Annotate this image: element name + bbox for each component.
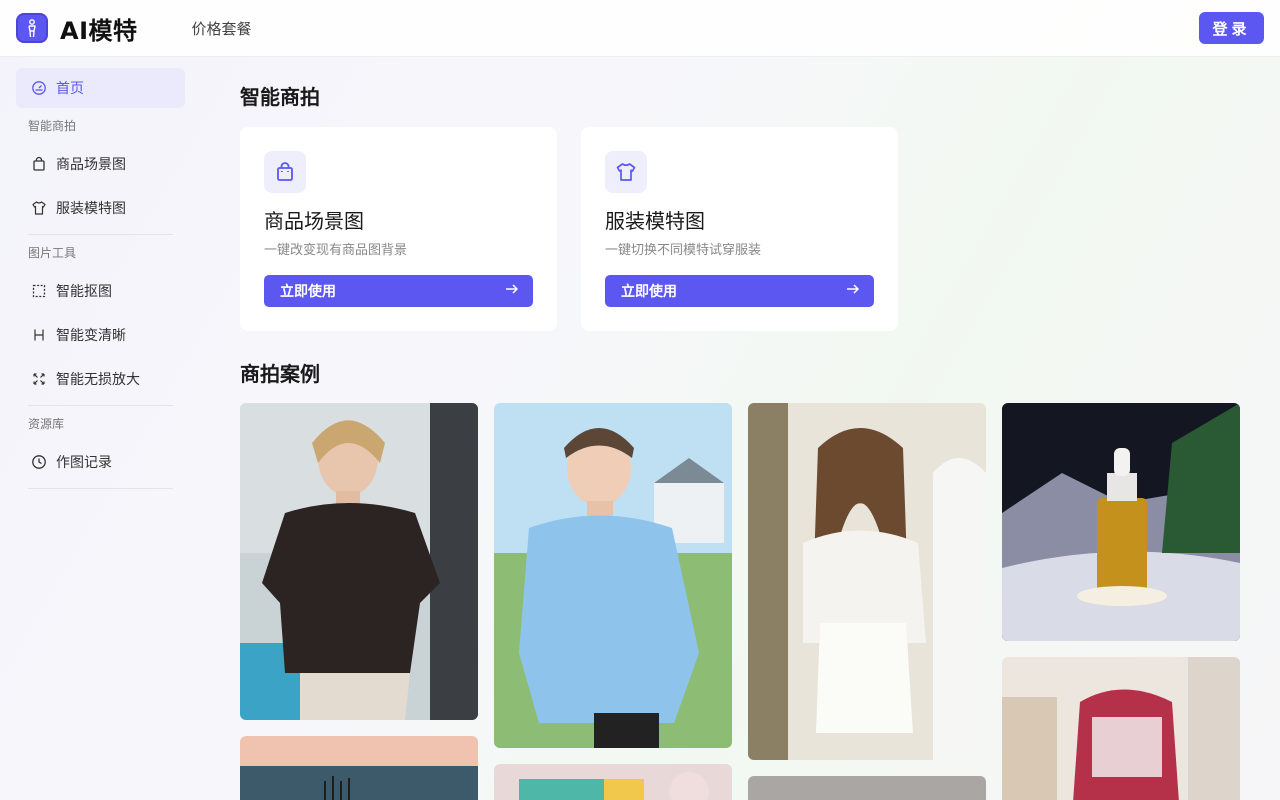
- sidebar-divider: [28, 234, 173, 235]
- case-image-product-box[interactable]: [494, 764, 732, 800]
- sidebar-item-clothing-model[interactable]: 服装模特图: [16, 188, 185, 228]
- sidebar-item-home[interactable]: 首页: [16, 68, 185, 108]
- case-gallery: [240, 403, 1240, 800]
- case-image-gray[interactable]: [748, 776, 986, 800]
- main-content: 智能商拍 商品场景图 一键改变现有商品图背景 立即使用 服装模特图 一键切换不同…: [240, 82, 1240, 389]
- clock-icon: [30, 453, 48, 471]
- case-image-man-blue-shirt[interactable]: [494, 403, 732, 748]
- sidebar-group-resources: 资源库: [28, 417, 65, 431]
- arrow-right-icon: [846, 282, 860, 300]
- card-title: 商品场景图: [264, 209, 364, 233]
- use-now-button[interactable]: 立即使用: [264, 275, 533, 307]
- button-label: 立即使用: [280, 284, 336, 300]
- sidebar-item-smart-sharpen[interactable]: 智能变清晰: [16, 315, 185, 355]
- sidebar: 首页 智能商拍 商品场景图 服装模特图 图片工具 智能抠图 智能变清晰 智能无损…: [16, 68, 185, 493]
- selection-icon: [30, 282, 48, 300]
- shirt-icon: [30, 199, 48, 217]
- dashboard-icon: [30, 79, 48, 97]
- sidebar-group-image-tools: 图片工具: [28, 246, 77, 260]
- sidebar-item-smart-upscale[interactable]: 智能无损放大: [16, 359, 185, 399]
- sidebar-item-product-scene[interactable]: 商品场景图: [16, 144, 185, 184]
- expand-icon: [30, 370, 48, 388]
- h-icon: [30, 326, 48, 344]
- top-header: AI模特 价格套餐 登录: [0, 0, 1280, 57]
- person-silhouette-icon: [16, 13, 48, 43]
- case-image-armchair[interactable]: [1002, 657, 1240, 800]
- sidebar-item-smart-cutout[interactable]: 智能抠图: [16, 271, 185, 311]
- shirt-icon: [605, 151, 647, 193]
- login-button[interactable]: 登录: [1199, 12, 1264, 44]
- case-image-woman-white-outfit[interactable]: [748, 403, 986, 760]
- shopping-bag-icon: [264, 151, 306, 193]
- sidebar-item-label: 服装模特图: [56, 201, 126, 217]
- section-title-smart-shoot: 智能商拍: [240, 85, 320, 109]
- feature-cards: 商品场景图 一键改变现有商品图背景 立即使用 服装模特图 一键切换不同模特试穿服…: [240, 127, 1240, 331]
- use-now-button[interactable]: 立即使用: [605, 275, 874, 307]
- card-description: 一键改变现有商品图背景: [264, 243, 408, 258]
- arrow-right-icon: [505, 282, 519, 300]
- shopping-bag-icon: [30, 155, 48, 173]
- sidebar-item-label: 首页: [56, 81, 84, 97]
- sidebar-item-label: 智能抠图: [56, 284, 112, 300]
- feature-card-clothing-model: 服装模特图 一键切换不同模特试穿服装 立即使用: [581, 127, 898, 331]
- sidebar-item-label: 作图记录: [56, 455, 112, 471]
- sidebar-item-label: 商品场景图: [56, 157, 126, 173]
- button-label: 立即使用: [621, 284, 677, 300]
- sidebar-item-history[interactable]: 作图记录: [16, 442, 185, 482]
- case-image-oil-bottle-snow[interactable]: [1002, 403, 1240, 641]
- section-title-cases: 商拍案例: [240, 362, 320, 386]
- case-image-woman-black-top[interactable]: [240, 403, 478, 720]
- brand-name: AI模特: [60, 16, 138, 45]
- sidebar-divider: [28, 405, 173, 406]
- card-title: 服装模特图: [605, 209, 705, 233]
- brand-logo[interactable]: AI模特: [16, 11, 138, 46]
- nav-pricing-link[interactable]: 价格套餐: [192, 18, 252, 39]
- sidebar-item-label: 智能无损放大: [56, 372, 140, 388]
- card-description: 一键切换不同模特试穿服装: [605, 243, 762, 258]
- sidebar-divider: [28, 488, 173, 489]
- case-image-sea-product[interactable]: [240, 736, 478, 800]
- feature-card-product-scene: 商品场景图 一键改变现有商品图背景 立即使用: [240, 127, 557, 331]
- sidebar-item-label: 智能变清晰: [56, 328, 126, 344]
- sidebar-group-smart-shoot: 智能商拍: [28, 119, 77, 133]
